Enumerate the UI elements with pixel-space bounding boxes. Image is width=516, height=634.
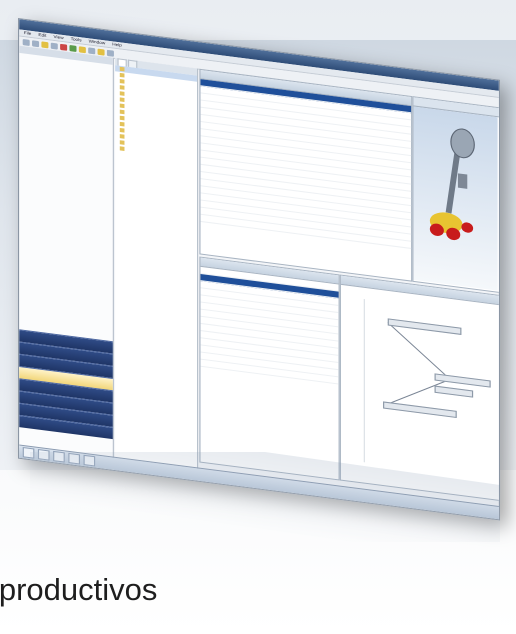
reflection-gradient [30,452,500,542]
menu-item[interactable]: Edit [38,32,46,39]
refresh-icon[interactable] [69,44,77,52]
window-reflection [0,452,516,542]
workspace [199,68,501,509]
part-icon [119,146,125,151]
part-icon [119,91,125,96]
caption-label: sos productivos [0,572,158,607]
folder-icon[interactable] [41,40,49,48]
3d-model-image [413,106,498,291]
bom-table [199,68,413,282]
print-icon[interactable] [106,49,114,57]
menu-item[interactable]: View [54,34,64,41]
delete-icon[interactable] [60,43,68,51]
folder-icon [119,97,125,102]
product-screenshot: File Edit View Tools Window Help [0,0,516,521]
left-panel [19,45,114,460]
folder-icon [119,66,125,72]
settings-icon[interactable] [88,46,96,54]
3d-viewer[interactable] [412,96,501,294]
caption-text: sos productivos [0,570,516,610]
menu-item[interactable]: Help [112,41,122,48]
part-icon [119,121,125,127]
star-icon[interactable] [97,48,105,56]
folder-icon [119,72,125,78]
part-icon [119,140,125,145]
part-icon [119,78,125,84]
back-icon[interactable] [22,38,30,46]
part-icon [119,85,125,90]
structure-tree [115,57,199,471]
part-icon [119,103,125,109]
forward-icon[interactable] [32,39,40,47]
menu-item[interactable]: Tools [71,36,82,44]
folder-icon [119,115,125,121]
save-icon[interactable] [50,42,58,50]
part-icon [119,109,125,115]
part-icon [119,134,125,139]
operations-tree [199,256,340,481]
application-window: File Edit View Tools Window Help [18,18,501,521]
search-icon[interactable] [78,45,86,53]
part-icon [119,127,125,133]
navigation-stack [19,329,113,440]
tab-details[interactable] [127,59,138,68]
menu-item[interactable]: File [24,30,32,37]
